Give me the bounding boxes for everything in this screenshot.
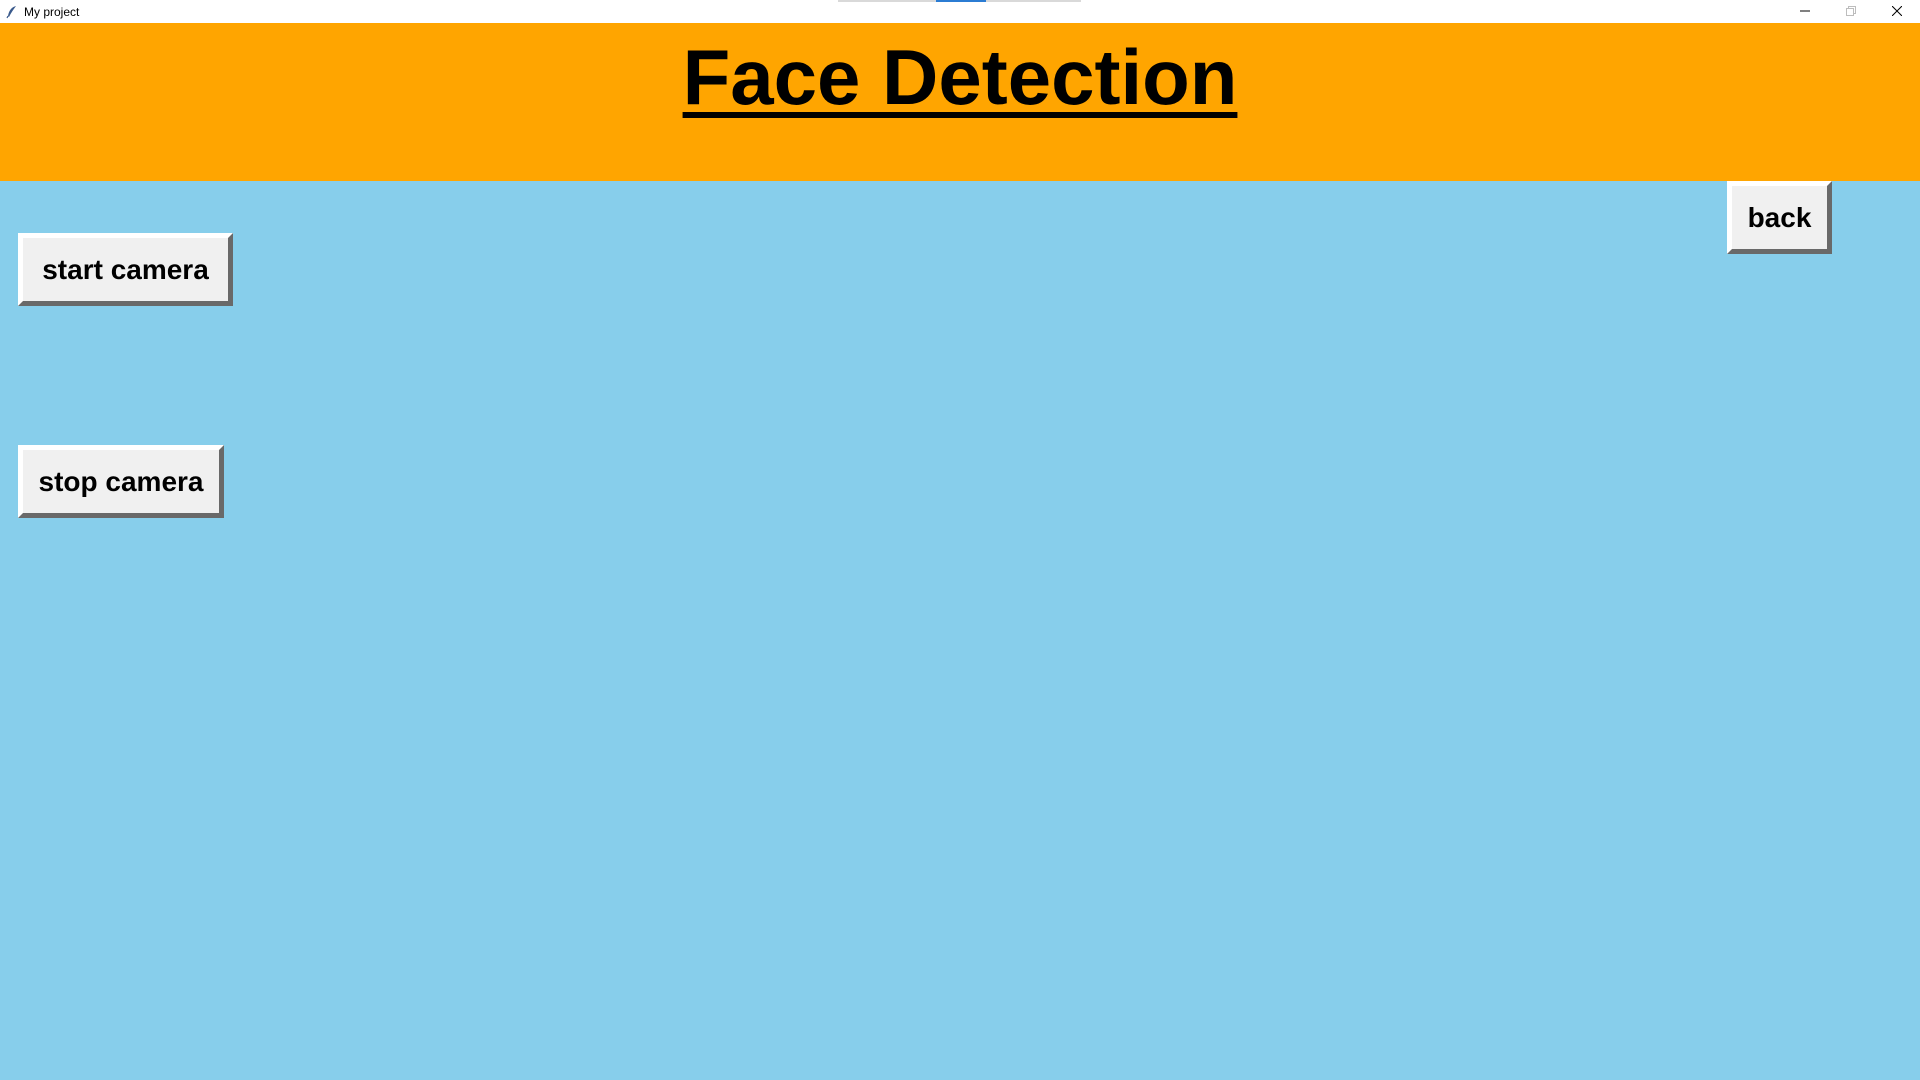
close-button[interactable]: [1874, 0, 1920, 23]
window-title: My project: [24, 4, 80, 19]
title-bar[interactable]: My project: [0, 0, 1920, 23]
page-title: Face Detection: [682, 33, 1238, 121]
minimize-icon: [1800, 3, 1810, 21]
minimize-button[interactable]: [1782, 0, 1828, 23]
header-banner: Face Detection: [0, 23, 1920, 181]
restore-icon: [1846, 3, 1856, 21]
app-window: My project Face Detection back start cam…: [0, 0, 1920, 1080]
back-button[interactable]: back: [1727, 181, 1832, 254]
close-icon: [1891, 3, 1903, 21]
stop-camera-button[interactable]: stop camera: [18, 445, 224, 518]
maximize-button[interactable]: [1828, 0, 1874, 23]
taskbar-indicator-fill: [936, 0, 986, 2]
taskbar-indicator: [838, 0, 1081, 2]
start-camera-button[interactable]: start camera: [18, 233, 233, 306]
feather-icon: [4, 4, 20, 20]
window-controls: [1782, 0, 1920, 23]
